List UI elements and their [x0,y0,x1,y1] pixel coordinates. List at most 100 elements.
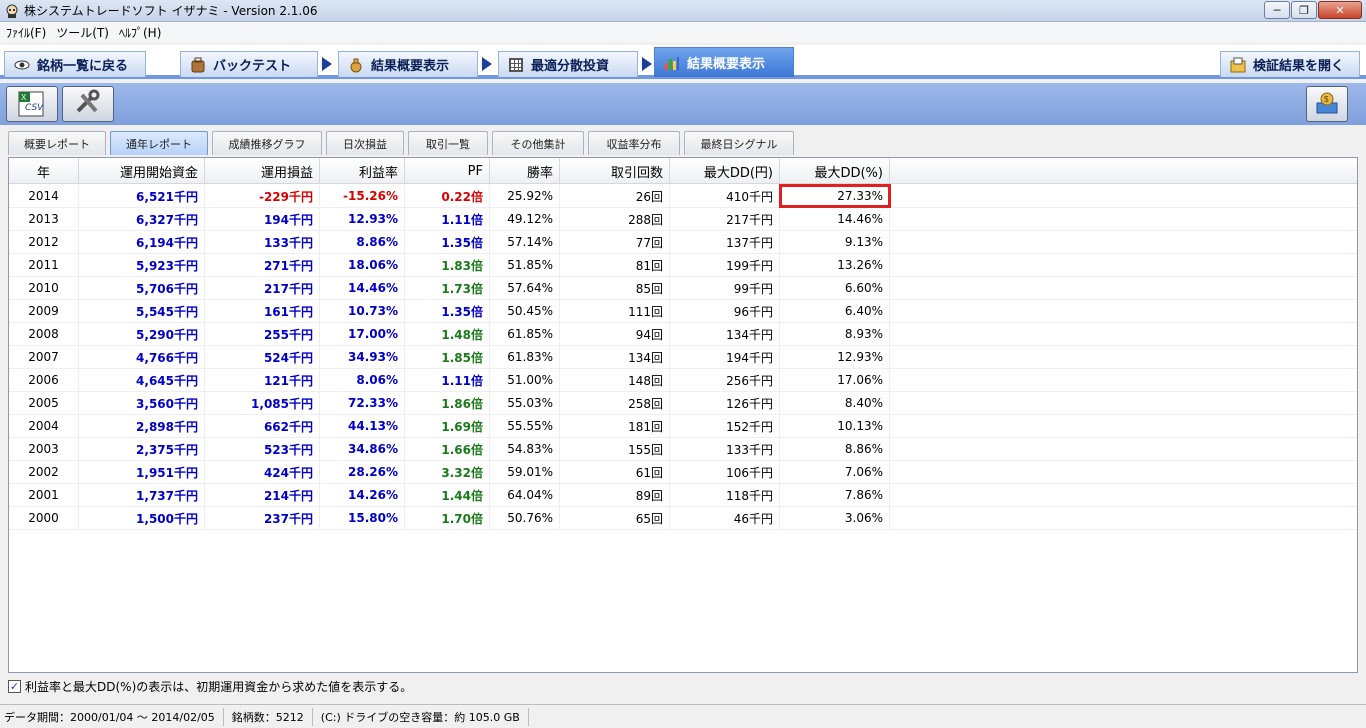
cell-pf: 1.66倍 [405,438,490,460]
table-row[interactable]: 2013 6,327千円 194千円 12.93% 1.11倍 49.12% 288回 217… [9,208,1357,231]
svg-text:$: $ [1324,95,1329,104]
col-header-return[interactable]: 利益率 [320,158,405,184]
cell-return: 8.06% [320,369,405,391]
cell-start-capital: 5,290千円 [79,323,205,345]
col-header-start-capital[interactable]: 運用開始資金 [79,158,205,184]
table-row[interactable]: 2001 1,737千円 214千円 14.26% 1.44倍 64.04% 89回 118千… [9,484,1357,507]
table-row[interactable]: 2008 5,290千円 255千円 17.00% 1.48倍 61.85% 94回 134千… [9,323,1357,346]
tab-return-distribution[interactable]: 収益率分布 [588,131,680,155]
cell-pf: 1.35倍 [405,300,490,322]
tab-annual-report[interactable]: 通年レポート [110,131,208,155]
cell-pf: 1.35倍 [405,231,490,253]
cell-win-rate: 55.55% [490,415,560,437]
cell-max-dd-pct: 8.86% [780,438,890,460]
backtest-button[interactable]: バックテスト [180,51,318,77]
col-header-year[interactable]: 年 [9,158,79,184]
cell-trades: 81回 [560,254,670,276]
table-row[interactable]: 2012 6,194千円 133千円 8.86% 1.35倍 57.14% 77回 137千円… [9,231,1357,254]
cell-max-dd-pct: 6.60% [780,277,890,299]
cell-trades: 26回 [560,185,670,207]
cell-max-dd-pct: 12.93% [780,346,890,368]
tab-last-day-signal[interactable]: 最終日シグナル [684,131,794,155]
initial-capital-checkbox-label: 利益率と最大DD(%)の表示は、初期運用資金から求めた値を表示する。 [25,679,413,694]
cell-return: 12.93% [320,208,405,230]
close-button[interactable]: ✕ [1318,1,1362,19]
table-row[interactable]: 2007 4,766千円 524千円 34.93% 1.85倍 61.83% 134回 194… [9,346,1357,369]
cell-max-dd-yen: 217千円 [670,208,780,230]
cell-year: 2004 [9,415,79,437]
cell-start-capital: 5,545千円 [79,300,205,322]
tab-other-stats[interactable]: その他集計 [492,131,584,155]
tab-performance-graph[interactable]: 成績推移グラフ [212,131,322,155]
summary-button-1[interactable]: 結果概要表示 [338,51,478,77]
table-row[interactable]: 2006 4,645千円 121千円 8.06% 1.11倍 51.00% 148回 256千… [9,369,1357,392]
cell-max-dd-pct: 17.06% [780,369,890,391]
menu-help[interactable]: ﾍﾙﾌﾟ(H) [119,24,161,41]
table-row[interactable]: 2005 3,560千円 1,085千円 72.33% 1.86倍 55.03% 258回 1… [9,392,1357,415]
cell-return: 10.73% [320,300,405,322]
cell-pf: 3.32倍 [405,461,490,483]
settings-tools-button[interactable] [62,86,114,122]
col-header-trades[interactable]: 取引回数 [560,158,670,184]
cell-win-rate: 50.45% [490,300,560,322]
cell-max-dd-yen: 256千円 [670,369,780,391]
cell-year: 2012 [9,231,79,253]
csv-text: CSV [25,103,44,113]
initial-capital-checkbox[interactable]: ✓ [8,679,21,693]
tab-trade-list[interactable]: 取引一覧 [408,131,488,155]
tab-summary-report[interactable]: 概要レポート [8,131,106,155]
table-row[interactable]: 2000 1,500千円 237千円 15.80% 1.70倍 50.76% 65回 46千円… [9,507,1357,530]
cell-trades: 111回 [560,300,670,322]
table-row[interactable]: 2004 2,898千円 662千円 44.13% 1.69倍 55.55% 181回 152… [9,415,1357,438]
col-header-win-rate[interactable]: 勝率 [490,158,560,184]
col-header-max-dd-yen[interactable]: 最大DD(円) [670,158,780,184]
cell-pnl: 255千円 [205,323,320,345]
table-row[interactable]: 2002 1,951千円 424千円 28.26% 3.32倍 59.01% 61回 106千… [9,461,1357,484]
summary-label-1: 結果概要表示 [371,59,450,74]
status-bar: データ期間：2000/01/04 〜 2014/02/05 銘柄数：5212 (… [0,704,1366,728]
menu-file[interactable]: ﾌｧｲﾙ(F) [6,24,46,41]
table-header: 年 運用開始資金 運用損益 利益率 PF 勝率 取引回数 最大DD(円) 最大D… [9,158,1357,184]
arrow-right-icon [642,57,652,71]
cell-pnl: 1,085千円 [205,392,320,414]
cell-trades: 134回 [560,346,670,368]
cell-year: 2002 [9,461,79,483]
cell-pf: 1.86倍 [405,392,490,414]
cell-return: 18.06% [320,254,405,276]
col-header-pf[interactable]: PF [405,158,490,184]
optimize-label: 最適分散投資 [531,59,610,74]
cell-max-dd-pct: 8.40% [780,392,890,414]
cell-max-dd-pct: 3.06% [780,507,890,529]
menu-tools[interactable]: ツール(T) [56,24,109,41]
tab-daily-pnl[interactable]: 日次損益 [326,131,404,155]
table-row[interactable]: 2009 5,545千円 161千円 10.73% 1.35倍 50.45% 111回 96千… [9,300,1357,323]
minimize-button[interactable]: ─ [1264,1,1290,19]
annual-report-table: 年 運用開始資金 運用損益 利益率 PF 勝率 取引回数 最大DD(円) 最大D… [8,157,1358,673]
footer-option: ✓ 利益率と最大DD(%)の表示は、初期運用資金から求めた値を表示する。 [8,676,1358,696]
tools-icon [72,89,104,120]
folder-chart-icon [1229,56,1247,74]
table-row[interactable]: 2003 2,375千円 523千円 34.86% 1.66倍 54.83% 155回 133… [9,438,1357,461]
csv-export-button[interactable]: X CSV [6,86,58,122]
svg-text:X: X [21,93,27,102]
maximize-button[interactable]: ❐ [1291,1,1317,19]
cell-return: 72.33% [320,392,405,414]
csv-icon: X CSV [15,90,49,118]
table-row[interactable]: 2014 6,521千円 -229千円 -15.26% 0.22倍 25.92% 26回 41… [9,184,1357,208]
back-to-list-button[interactable]: 銘柄一覧に戻る [4,51,146,77]
cell-return: 8.86% [320,231,405,253]
report-tabs: 概要レポート 通年レポート 成績推移グラフ 日次損益 取引一覧 その他集計 収益… [0,129,1366,155]
cell-trades: 288回 [560,208,670,230]
cell-return: 15.80% [320,507,405,529]
grid-icon [507,56,525,74]
table-row[interactable]: 2010 5,706千円 217千円 14.46% 1.73倍 57.64% 85回 99千円… [9,277,1357,300]
col-header-max-dd-pct[interactable]: 最大DD(%) [780,158,890,184]
optimize-button[interactable]: 最適分散投資 [498,51,638,77]
export-report-button[interactable]: $ [1306,86,1348,122]
open-results-button[interactable]: 検証結果を開く [1220,51,1360,77]
cell-win-rate: 50.76% [490,507,560,529]
table-row[interactable]: 2011 5,923千円 271千円 18.06% 1.83倍 51.85% 81回 199千… [9,254,1357,277]
cell-pnl: 194千円 [205,208,320,230]
summary-button-2[interactable]: 結果概要表示 [654,47,794,77]
col-header-pnl[interactable]: 運用損益 [205,158,320,184]
